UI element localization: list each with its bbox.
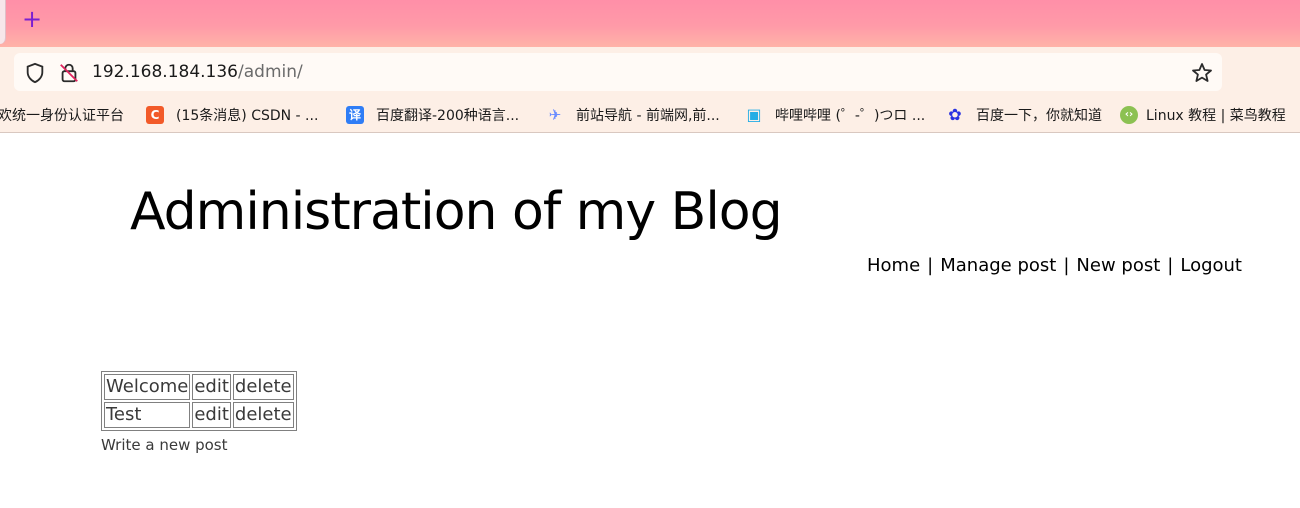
bookmark-item[interactable]: 译 百度翻译-200种语言... — [346, 104, 519, 126]
post-title: Welcome — [104, 374, 191, 400]
nav-home-link[interactable]: Home — [867, 255, 920, 276]
nav-separator: | — [1167, 255, 1174, 276]
bookmark-label: 百度翻译-200种语言... — [376, 108, 520, 124]
nav-logout-link[interactable]: Logout — [1180, 255, 1242, 276]
url-path: /admin/ — [238, 62, 303, 82]
nav-separator: | — [927, 255, 934, 276]
post-title: Test — [104, 402, 191, 428]
shield-icon[interactable] — [24, 62, 46, 84]
browser-tab-strip: + — [0, 0, 1300, 47]
bookmark-item[interactable]: C (15条消息) CSDN - ... — [146, 104, 318, 126]
edit-post-link[interactable]: edit — [192, 402, 231, 428]
bookmark-label: 欢统一身份认证平台 — [0, 108, 124, 124]
runoob-icon: ‹› — [1120, 106, 1138, 124]
planet-icon: ✈ — [548, 106, 562, 124]
bookmarks-bar: 欢统一身份认证平台 C (15条消息) CSDN - ... 译 百度翻译-20… — [0, 97, 1300, 133]
bookmark-label: 前站导航 - 前端网,前... — [576, 108, 720, 124]
bookmark-label: Linux 教程 | 菜鸟教程 — [1146, 108, 1286, 124]
posts-table: Welcome edit delete Test edit delete — [101, 371, 297, 431]
nav-manage-post-link[interactable]: Manage post — [940, 255, 1056, 276]
bookmark-item[interactable]: ✿ 百度一下，你就知道 — [946, 104, 1102, 126]
bookmark-star-icon[interactable] — [1190, 61, 1214, 85]
page-title: Administration of my Blog — [130, 182, 783, 242]
bookmark-label: (15条消息) CSDN - ... — [176, 108, 319, 124]
bookmark-label: 百度一下，你就知道 — [976, 108, 1102, 124]
baidu-translate-icon: 译 — [346, 106, 364, 124]
admin-nav: Home | Manage post | New post | Logout — [867, 255, 1242, 276]
tab-edge[interactable] — [0, 0, 6, 44]
bookmark-item[interactable]: ▣ 哔哩哔哩 (゜-゜)つロ ... — [745, 104, 925, 126]
bilibili-icon: ▣ — [746, 105, 762, 124]
bookmark-label: 哔哩哔哩 (゜-゜)つロ ... — [775, 108, 926, 124]
url-text[interactable]: 192.168.184.136/admin/ — [92, 62, 303, 82]
address-bar[interactable]: 192.168.184.136/admin/ — [14, 53, 1222, 91]
new-tab-button[interactable]: + — [18, 6, 46, 34]
table-row: Test edit delete — [104, 402, 294, 428]
edit-post-link[interactable]: edit — [192, 374, 231, 400]
delete-post-link[interactable]: delete — [232, 402, 294, 428]
nav-new-post-link[interactable]: New post — [1076, 255, 1160, 276]
delete-post-link[interactable]: delete — [232, 374, 294, 400]
insecure-lock-icon[interactable] — [58, 62, 80, 84]
write-new-post-link[interactable]: Write a new post — [101, 436, 228, 454]
table-row: Welcome edit delete — [104, 374, 294, 400]
bookmark-item[interactable]: ✈ 前站导航 - 前端网,前... — [546, 104, 720, 126]
browser-toolbar: 192.168.184.136/admin/ — [0, 47, 1300, 97]
baidu-paw-icon: ✿ — [948, 105, 962, 124]
csdn-icon: C — [146, 106, 164, 124]
nav-separator: | — [1063, 255, 1070, 276]
bookmark-item[interactable]: 欢统一身份认证平台 — [0, 104, 124, 126]
url-host: 192.168.184.136 — [92, 62, 239, 82]
bookmark-item[interactable]: ‹› Linux 教程 | 菜鸟教程 — [1120, 104, 1286, 126]
